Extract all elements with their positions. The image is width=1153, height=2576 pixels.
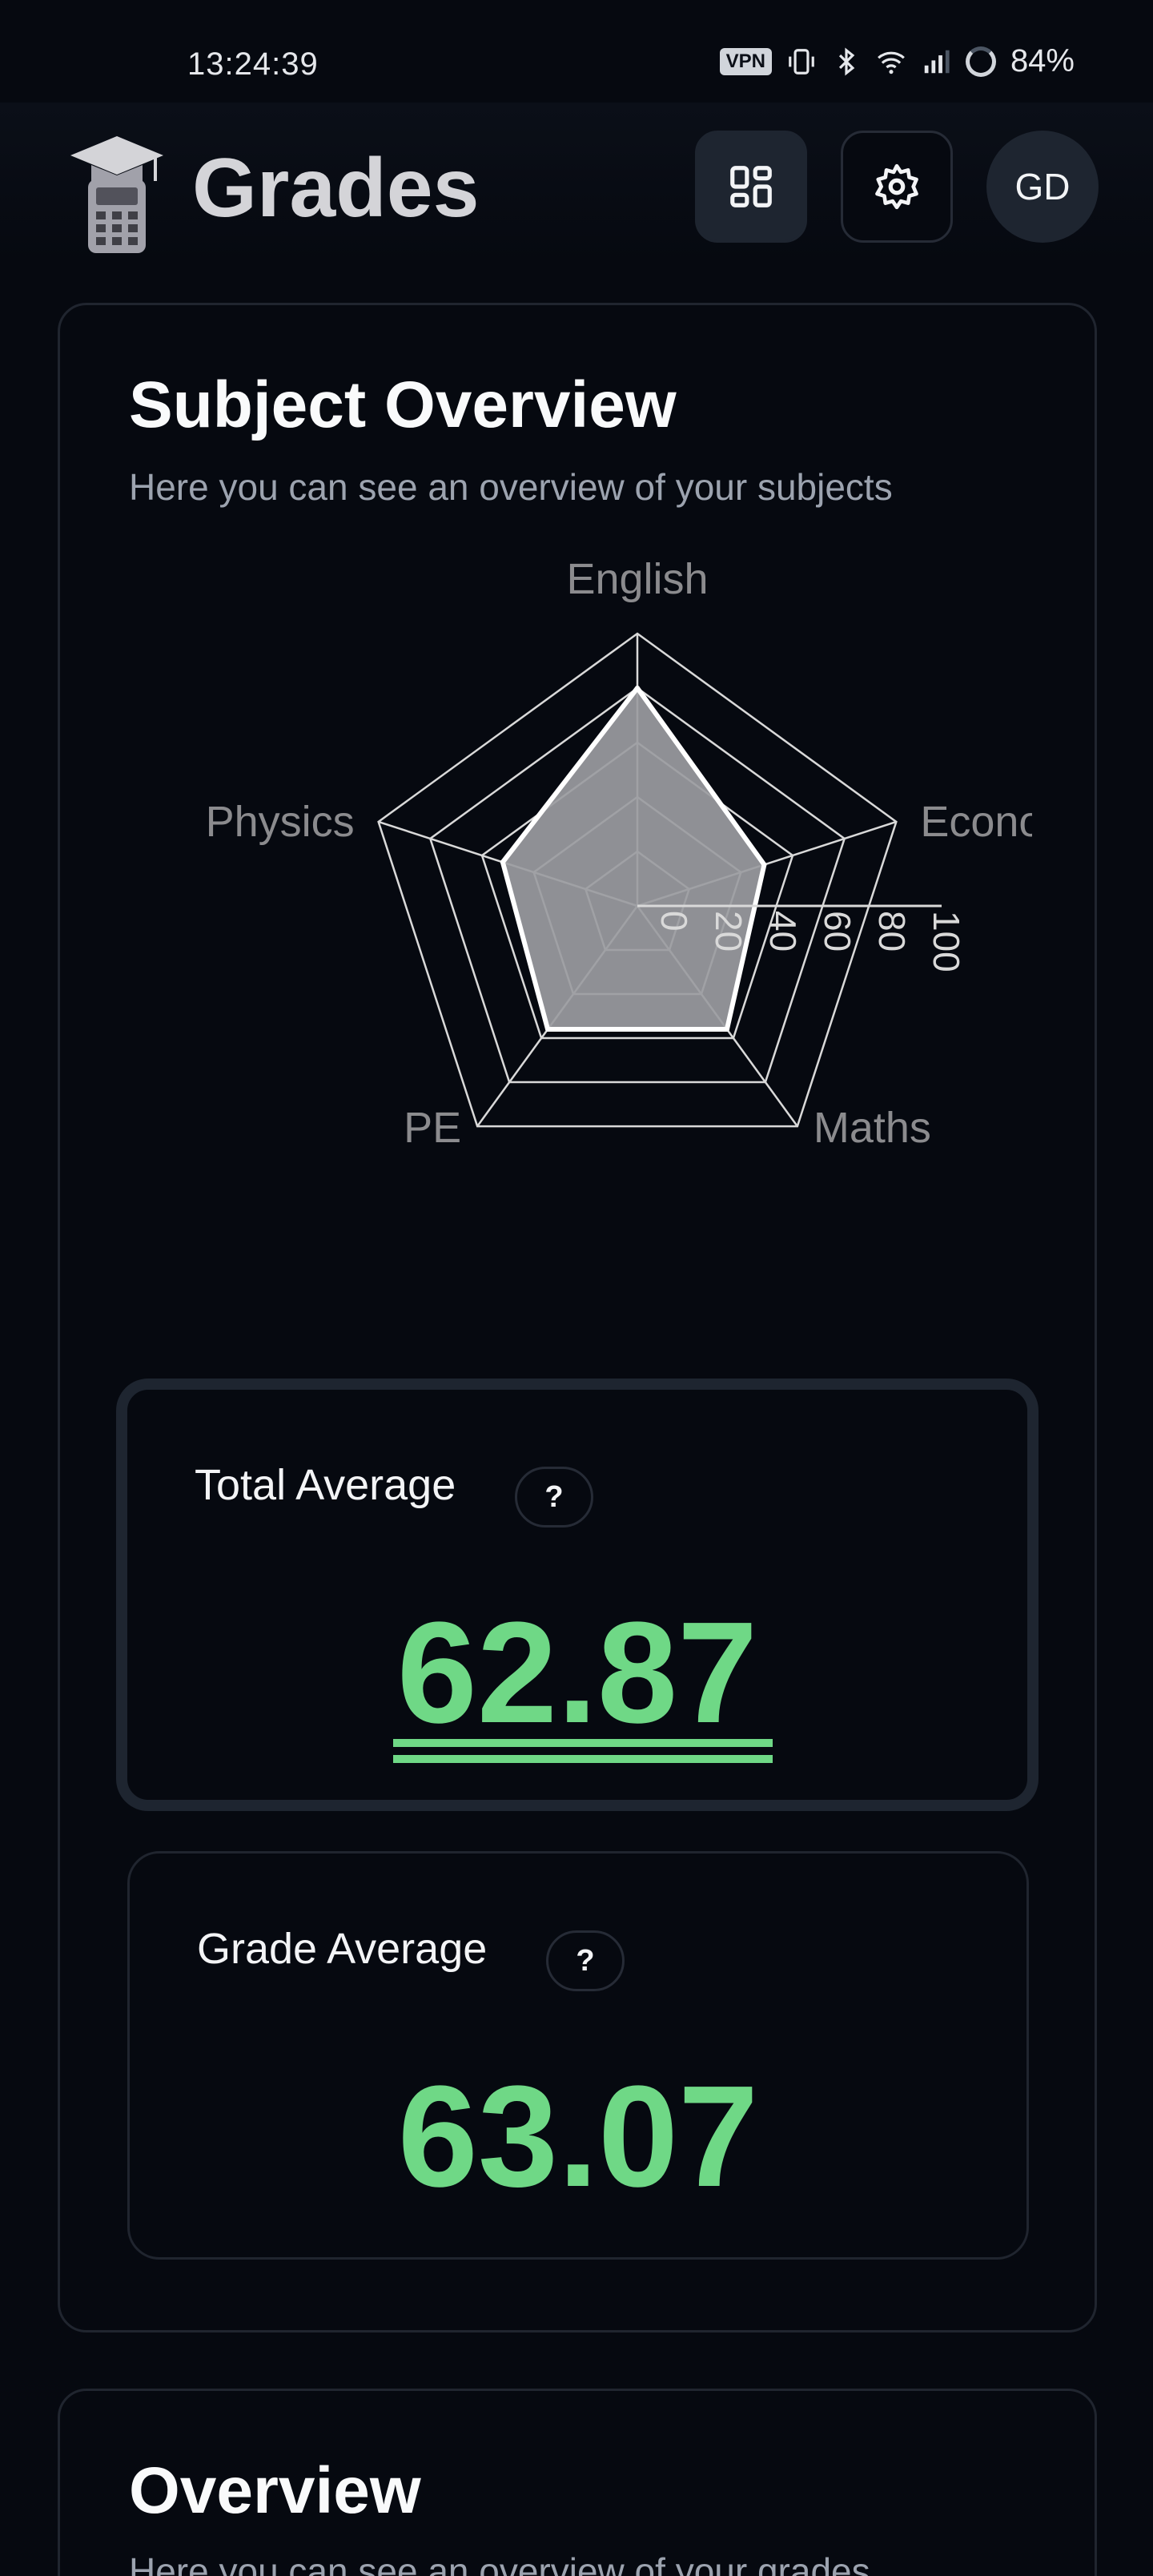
total-average-value[interactable]: 62.87 [127,1590,1027,1756]
radar-data-point [724,1027,729,1032]
grade-average-value: 63.07 [397,2056,759,2217]
signal-icon [924,50,950,73]
total-average-label: Total Average [195,1461,456,1509]
battery-percent: 84% [1010,43,1075,78]
status-bar: 13:24:39 VPN 84% [0,0,1153,96]
dashboard-grid-icon [730,166,772,207]
radar-tick-label: 100 [926,911,967,972]
total-average-help-button[interactable]: ? [515,1467,593,1527]
overview-card: Overview Here you can see an overview of… [58,2389,1097,2576]
radar-axis-label: Econom [920,798,1032,846]
radar-tick-label: 40 [762,911,804,952]
settings-button[interactable] [841,131,953,243]
overview-title: Overview [129,2454,421,2527]
radar-tick-label: 80 [871,911,913,952]
radar-data-point [761,862,767,867]
total-average-card: Total Average ? 62.87 [116,1379,1039,1811]
subject-overview-card: Subject Overview Here you can see an ove… [58,303,1097,2332]
overview-subtitle: Here you can see an overview of your gra… [129,2550,870,2576]
vibrate-icon [789,48,814,74]
subject-overview-subtitle: Here you can see an overview of your sub… [129,466,893,508]
radar-data-point [545,1027,551,1032]
radar-series-area [500,686,767,1032]
radar-axis-label: Physics [206,798,355,846]
battery-icon [965,46,996,77]
status-icons: VPN 84% [719,43,1075,79]
user-avatar[interactable]: GD [986,131,1099,243]
radar-axis-label: Maths [814,1104,931,1152]
vpn-badge: VPN [719,47,772,75]
app-header: Grades GD [0,103,1153,263]
radar-tick-label: 60 [817,911,858,952]
wifi-icon [878,51,905,74]
dashboard-button[interactable] [695,131,807,243]
radar-data-point [635,686,640,690]
gear-icon [875,163,918,210]
grade-average-help-button[interactable]: ? [546,1930,625,1991]
grade-average-card: Grade Average ? 63.07 [127,1851,1029,2260]
radar-axis-label: PE [404,1104,461,1152]
radar-axis-label: English [566,555,708,603]
app-title: Grades [192,142,480,235]
radar-tick-label: 0 [653,911,695,932]
grade-average-label: Grade Average [197,1925,488,1973]
total-average-underline [393,1739,773,1763]
subject-overview-title: Subject Overview [129,368,677,441]
radar-chart: 0 20 40 60 80 100 English Econom Maths PE Physics [206,555,1032,1152]
bluetooth-icon [838,46,855,76]
graduation-calculator-icon [70,136,163,253]
radar-data-point [500,859,505,865]
status-time: 13:24:39 [187,46,319,82]
radar-tick-label: 20 [708,911,749,952]
